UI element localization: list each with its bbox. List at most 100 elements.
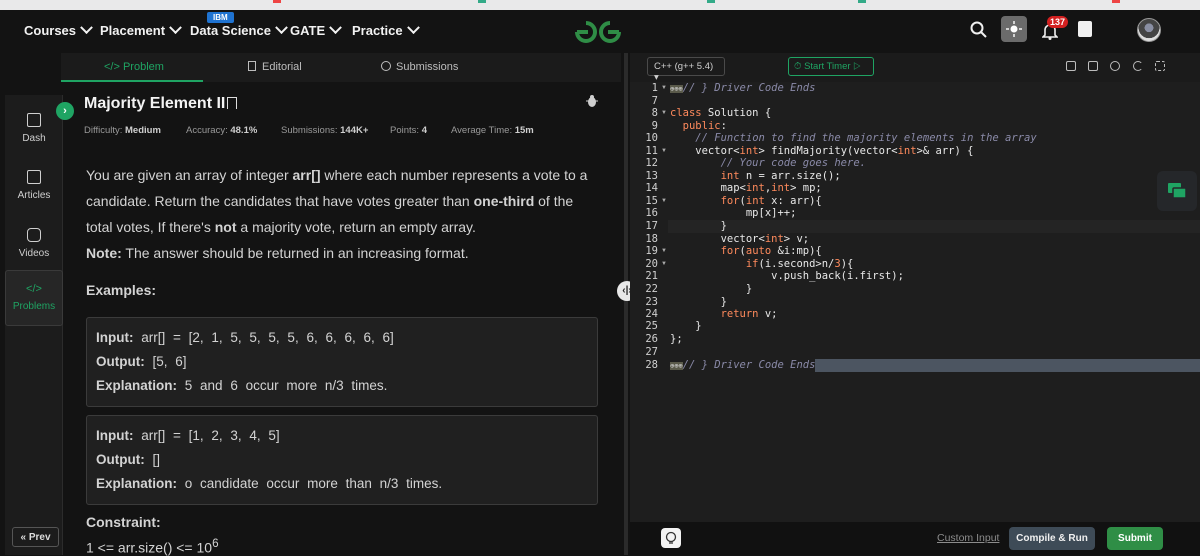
line-number: 24 bbox=[645, 308, 658, 320]
tab-problem[interactable]: </> Problem bbox=[104, 61, 164, 73]
chat-icon bbox=[1168, 183, 1187, 199]
chevron-down-icon bbox=[80, 21, 93, 35]
sidebar-item-label: Problems bbox=[12, 301, 56, 312]
play-icon bbox=[27, 228, 41, 242]
chat-button[interactable] bbox=[1157, 171, 1197, 211]
code-line: return v; bbox=[720, 308, 778, 320]
fullscreen-icon[interactable] bbox=[1155, 61, 1165, 71]
example-box-1: Input: arr[] = [2, 1, 5, 5, 5, 5, 6, 6, … bbox=[86, 317, 598, 407]
strip-mark bbox=[478, 0, 486, 3]
reset-icon[interactable] bbox=[1133, 61, 1143, 71]
tab-submissions-label: Submissions bbox=[396, 61, 459, 73]
code-line: }; bbox=[670, 333, 683, 345]
line-number: 28 bbox=[645, 359, 658, 371]
line-number: 25 bbox=[645, 320, 658, 332]
problem-title-text: Majority Element II bbox=[84, 95, 226, 112]
chevron-down-icon bbox=[329, 21, 343, 35]
code-line: public: bbox=[682, 120, 727, 132]
examples-heading: Examples: bbox=[86, 282, 157, 298]
clock-icon bbox=[381, 61, 391, 71]
strip-mark bbox=[273, 0, 281, 3]
hint-button[interactable] bbox=[661, 528, 681, 548]
tab-submissions[interactable]: Submissions bbox=[381, 61, 458, 73]
sidebar-item-problems[interactable]: </> Problems bbox=[5, 270, 63, 326]
line-number: 26 bbox=[645, 333, 658, 345]
code-line: for(int x: arr){ bbox=[720, 195, 822, 207]
fold-arrow-icon[interactable]: ▼ bbox=[661, 248, 667, 254]
fold-arrow-icon[interactable]: ▼ bbox=[661, 110, 667, 116]
strip-mark bbox=[707, 0, 715, 3]
fold-arrow-icon[interactable]: ▼ bbox=[661, 261, 667, 267]
accuracy-value: 48.1% bbox=[230, 125, 258, 136]
problem-tabs: </> Problem Editorial Submissions bbox=[61, 53, 621, 82]
submissions-meta: Submissions: 144K+ bbox=[281, 125, 369, 136]
line-number: 12 bbox=[645, 157, 658, 169]
line-number: 7 bbox=[651, 95, 658, 107]
nav-gate-label: GATE bbox=[290, 23, 326, 38]
book-icon bbox=[27, 170, 41, 184]
line-number: 17 bbox=[645, 220, 658, 232]
dashboard-icon bbox=[27, 113, 41, 127]
search-icon[interactable] bbox=[970, 21, 988, 39]
fold-arrow-icon[interactable]: ▼ bbox=[661, 85, 667, 91]
settings-icon[interactable] bbox=[1110, 61, 1120, 71]
line-number: 11 bbox=[645, 145, 658, 157]
fold-arrow-icon[interactable]: ▼ bbox=[661, 148, 667, 154]
prev-button[interactable]: « Prev bbox=[12, 527, 59, 547]
sidebar-item-dash[interactable]: Dash bbox=[5, 113, 63, 144]
translate-icon[interactable] bbox=[1078, 21, 1092, 37]
nav-data-science-label: Data Science bbox=[190, 23, 271, 38]
language-select[interactable]: C++ (g++ 5.4) ▾ bbox=[647, 57, 725, 83]
nav-courses-label: Courses bbox=[24, 23, 77, 38]
code-icon: </> bbox=[26, 283, 42, 295]
code-line: vector<int> v; bbox=[670, 233, 810, 245]
sidebar-item-articles[interactable]: Articles bbox=[5, 170, 63, 201]
code-line: // Function to find the majority element… bbox=[695, 132, 1037, 144]
top-navbar: Courses Placement IBM Data Science GATE … bbox=[0, 10, 1200, 53]
problem-panel: Majority Element II Difficulty: Medium A… bbox=[76, 82, 621, 556]
avatar[interactable] bbox=[1137, 18, 1161, 42]
bug-report-icon[interactable] bbox=[586, 94, 598, 108]
line-number: 15 bbox=[645, 195, 658, 207]
nav-practice[interactable]: Practice bbox=[352, 21, 420, 38]
nav-practice-label: Practice bbox=[352, 23, 403, 38]
tab-editorial[interactable]: Editorial bbox=[248, 61, 302, 73]
problem-description: You are given an array of integer arr[] … bbox=[86, 167, 588, 235]
panel-divider[interactable] bbox=[624, 53, 628, 555]
file-icon[interactable] bbox=[1088, 61, 1098, 71]
constraint-text: 1 <= arr.size() <= 106 bbox=[86, 537, 219, 556]
nav-data-science[interactable]: Data Science bbox=[190, 21, 288, 38]
strip-mark bbox=[858, 0, 866, 3]
code-line: ⊕⊕⊕// } Driver Code Ends bbox=[670, 82, 816, 94]
code-line: mp[x]++; bbox=[670, 207, 797, 219]
code-line: class Solution { bbox=[670, 107, 772, 119]
start-timer-label: Start Timer bbox=[804, 61, 851, 72]
start-timer-button[interactable]: ⏱ Start Timer ▷ bbox=[788, 57, 874, 76]
theme-toggle-button[interactable] bbox=[1001, 16, 1027, 42]
sun-icon bbox=[1006, 21, 1022, 37]
language-value: C++ (g++ 5.4) bbox=[654, 61, 714, 72]
line-number: 14 bbox=[645, 182, 658, 194]
bookmark-icon[interactable] bbox=[227, 97, 238, 109]
code-line: } bbox=[670, 296, 727, 308]
chevron-down-icon bbox=[406, 21, 420, 35]
line-number: 22 bbox=[645, 283, 658, 295]
expand-sidebar-button[interactable]: › bbox=[56, 102, 74, 120]
compile-run-button[interactable]: Compile & Run bbox=[1009, 527, 1095, 550]
code-line: for(auto &i:mp){ bbox=[720, 245, 822, 257]
copy-icon[interactable] bbox=[1066, 61, 1076, 71]
chevron-down-icon bbox=[169, 21, 182, 35]
custom-input-link[interactable]: Custom Input bbox=[937, 532, 999, 544]
gfg-logo-icon[interactable] bbox=[573, 19, 623, 45]
code-line: int n = arr.size(); bbox=[720, 170, 841, 182]
fold-arrow-icon[interactable]: ▼ bbox=[661, 198, 667, 204]
nav-placement[interactable]: Placement bbox=[100, 21, 182, 38]
nav-courses[interactable]: Courses bbox=[24, 21, 93, 38]
avg-time-meta: Average Time: 15m bbox=[451, 125, 534, 136]
sidebar-item-videos[interactable]: Videos bbox=[5, 228, 63, 259]
code-line: } bbox=[670, 220, 727, 232]
nav-gate[interactable]: GATE bbox=[290, 21, 343, 38]
current-line-highlight bbox=[668, 220, 1200, 233]
sidebar-item-label: Videos bbox=[18, 248, 50, 259]
submit-button[interactable]: Submit bbox=[1107, 527, 1163, 550]
